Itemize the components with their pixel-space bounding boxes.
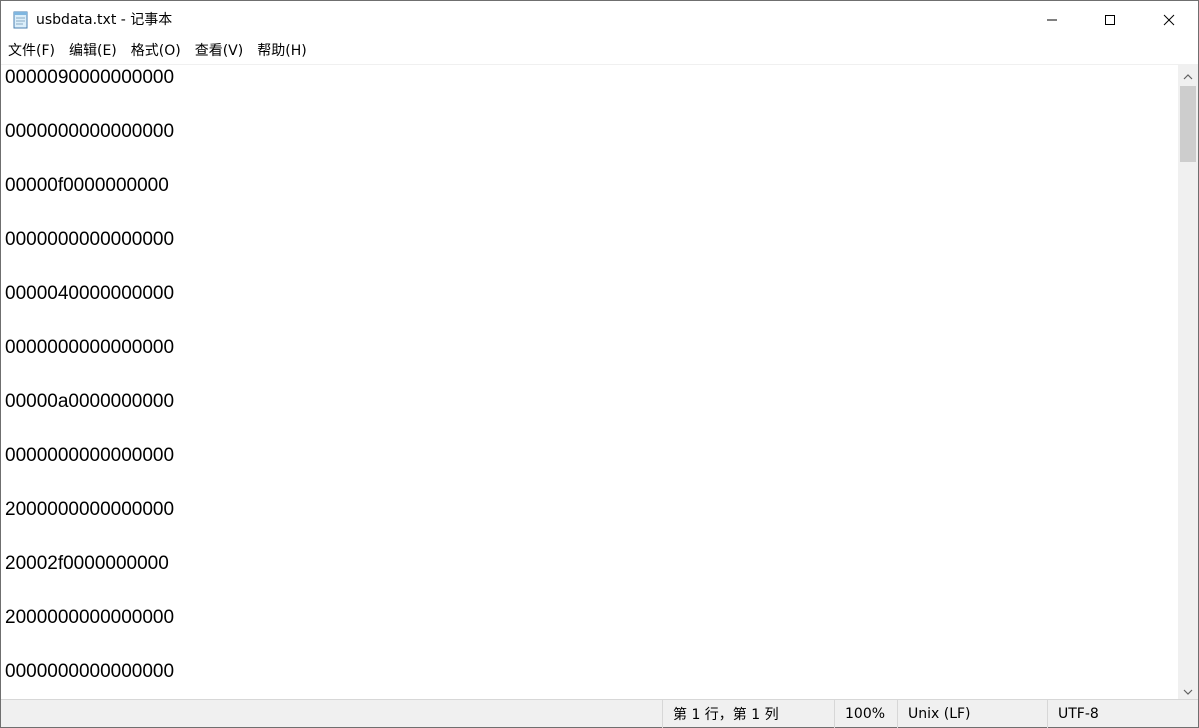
notepad-icon [12,10,30,30]
close-icon [1163,14,1175,26]
close-button[interactable] [1140,1,1198,39]
text-line: 0000090000000000 [5,67,175,88]
text-line: 2000000000000000 [5,499,175,520]
text-line: 00000f0000000000 [5,175,169,196]
vertical-scrollbar[interactable] [1178,64,1198,699]
menu-file[interactable]: 文件(F) [1,40,62,62]
text-line: 00000a0000000000 [5,391,175,412]
window-title: usbdata.txt - 记事本 [36,12,173,28]
text-line: 0000040000000000 [5,283,175,304]
menu-edit[interactable]: 编辑(E) [62,40,124,62]
maximize-icon [1104,14,1116,26]
minimize-button[interactable] [1023,1,1081,39]
scroll-thumb[interactable] [1180,86,1196,162]
chevron-down-icon [1183,680,1193,699]
scroll-up-button[interactable] [1178,64,1198,84]
line-ending: Unix (LF) [897,700,1047,728]
text-line: 0000000000000000 [5,229,175,250]
text-editor[interactable]: 0000090000000000 0000000000000000 00000f… [1,64,1180,699]
menu-help[interactable]: 帮助(H) [250,40,313,62]
menu-format[interactable]: 格式(O) [124,40,188,62]
menu-view[interactable]: 查看(V) [188,40,251,62]
text-line: 0000000000000000 [5,445,175,466]
scroll-down-button[interactable] [1178,679,1198,699]
minimize-icon [1046,14,1058,26]
chevron-up-icon [1183,65,1193,84]
title-bar[interactable]: usbdata.txt - 记事本 [1,1,1198,39]
text-line: 2000000000000000 [5,607,175,628]
menu-bar: 文件(F) 编辑(E) 格式(O) 查看(V) 帮助(H) [1,39,1198,63]
encoding: UTF-8 [1047,700,1198,728]
text-line: 0000000000000000 [5,121,175,142]
cursor-position: 第 1 行，第 1 列 [662,700,834,728]
text-line: 0000000000000000 [5,337,175,358]
status-bar: 第 1 行，第 1 列 100% Unix (LF) UTF-8 [1,699,1198,728]
text-line: 0000000000000000 [5,661,175,682]
text-line: 20002f0000000000 [5,553,169,574]
notepad-window: usbdata.txt - 记事本 文件(F) 编辑(E) 格式(O) 查看(V… [0,0,1199,728]
zoom-level: 100% [834,700,897,728]
maximize-button[interactable] [1081,1,1139,39]
